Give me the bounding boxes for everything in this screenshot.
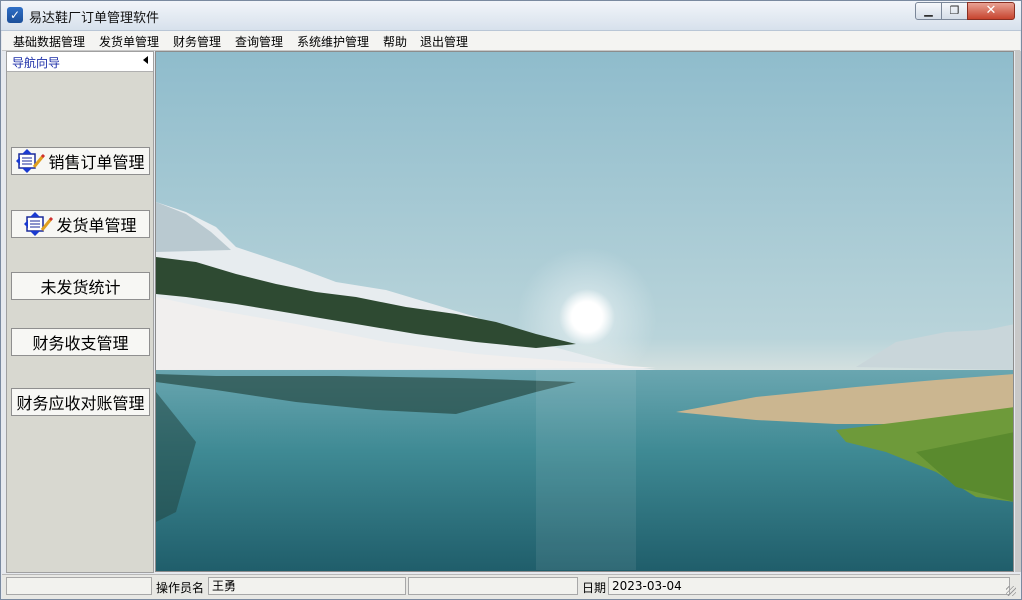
close-icon: ✕ xyxy=(985,3,997,18)
nav-sales-order-button[interactable]: 销售订单管理 xyxy=(11,147,150,175)
nav-button-label: 发货单管理 xyxy=(56,216,137,235)
nav-shipping-button[interactable]: 发货单管理 xyxy=(11,210,150,238)
status-bar: 操作员名 王勇 日期 2023-03-04 xyxy=(2,574,1020,599)
nav-finance-button[interactable]: 财务收支管理 xyxy=(11,328,150,356)
nav-panel: 导航向导 销售订单管理 发货单管理 未发货统计 财务收支管理 财务应收对账管理 xyxy=(6,51,154,573)
status-cell-spacer xyxy=(408,577,578,595)
notebook-arrows-icon xyxy=(24,212,54,236)
menu-system[interactable]: 系统维护管理 xyxy=(297,33,369,50)
nav-receivables-button[interactable]: 财务应收对账管理 xyxy=(11,388,150,416)
nav-button-label: 未发货统计 xyxy=(40,278,121,297)
date-label: 日期 xyxy=(582,581,607,595)
window-title: 易达鞋厂订单管理软件 xyxy=(29,11,160,26)
vertical-scrollbar[interactable] xyxy=(1015,51,1021,572)
maximize-icon: ❐ xyxy=(949,4,960,17)
maximize-button[interactable]: ❐ xyxy=(941,2,968,20)
nav-button-label: 销售订单管理 xyxy=(48,153,145,172)
menu-finance[interactable]: 财务管理 xyxy=(173,33,221,50)
minimize-icon: ▁ xyxy=(924,4,933,17)
menu-basic-data[interactable]: 基础数据管理 xyxy=(13,33,85,50)
minimize-button[interactable]: ▁ xyxy=(915,2,942,20)
menu-query[interactable]: 查询管理 xyxy=(235,33,283,50)
menu-help[interactable]: 帮助 xyxy=(383,33,407,50)
title-bar[interactable]: ✓ 易达鞋厂订单管理软件 ▁ ❐ ✕ xyxy=(1,1,1021,31)
menu-shipping[interactable]: 发货单管理 xyxy=(99,33,159,50)
nav-title: 导航向导 xyxy=(12,56,61,70)
date-value: 2023-03-04 xyxy=(608,577,1010,595)
operator-label: 操作员名 xyxy=(156,581,205,595)
nav-unshipped-stats-button[interactable]: 未发货统计 xyxy=(11,272,150,300)
operator-value: 王勇 xyxy=(208,577,406,595)
nav-button-label: 财务应收对账管理 xyxy=(16,394,145,413)
notebook-arrows-icon xyxy=(16,149,46,173)
nav-header: 导航向导 xyxy=(7,52,153,72)
menu-exit[interactable]: 退出管理 xyxy=(420,33,468,50)
menu-bar: 基础数据管理 发货单管理 财务管理 查询管理 系统维护管理 帮助 退出管理 xyxy=(2,31,1020,51)
app-check-icon: ✓ xyxy=(7,7,23,23)
status-cell-blank xyxy=(6,577,152,595)
nav-button-label: 财务收支管理 xyxy=(32,334,129,353)
wallpaper-image xyxy=(155,51,1014,572)
landscape-image xyxy=(156,52,1013,571)
collapse-arrow-icon[interactable] xyxy=(143,56,148,64)
app-window: ✓ 易达鞋厂订单管理软件 ▁ ❐ ✕ 基础数据管理 发货单管理 财务管理 查询管… xyxy=(0,0,1022,600)
close-button[interactable]: ✕ xyxy=(967,2,1015,20)
resize-grip-icon[interactable] xyxy=(1006,586,1016,596)
